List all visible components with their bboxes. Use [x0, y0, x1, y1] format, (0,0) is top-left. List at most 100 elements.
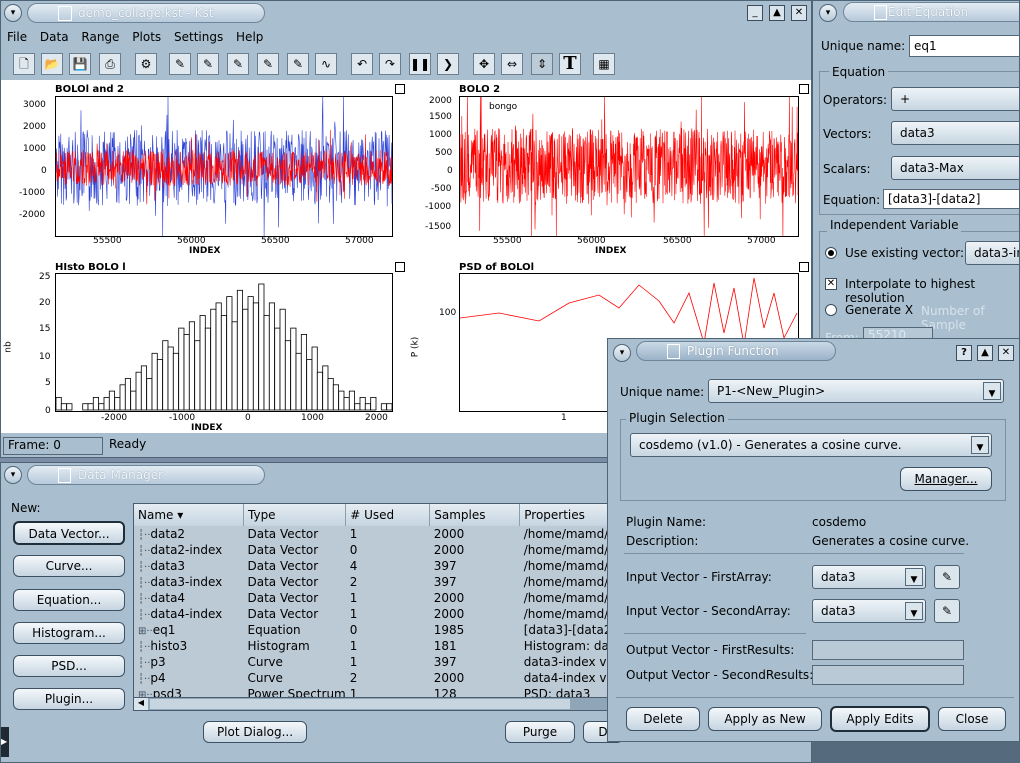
close-button[interactable]: Close: [938, 707, 1006, 731]
menu-plots[interactable]: Plots: [132, 30, 161, 44]
new-icon[interactable]: 🗋: [13, 53, 35, 75]
vectors-select[interactable]: data3: [891, 121, 1019, 145]
table-row[interactable]: ┆··p4 Curve 2 2000 data4-index vs da: [134, 670, 610, 686]
plot2-checkbox[interactable]: [799, 84, 809, 94]
plot4-checkbox[interactable]: [799, 262, 809, 272]
input2-select[interactable]: data3 ▼: [812, 599, 926, 623]
side-arrow-icon[interactable]: ▶: [1, 727, 9, 757]
scalars-select[interactable]: data3-Max: [891, 156, 1019, 180]
chevron-down-icon[interactable]: ▼: [983, 382, 1001, 400]
window-menu-button[interactable]: ▾: [4, 4, 22, 22]
edit-histogram-icon[interactable]: ✎: [257, 53, 279, 75]
column-samples[interactable]: Samples: [429, 504, 521, 526]
forward-icon[interactable]: ↷: [379, 53, 401, 75]
table-row[interactable]: ⊞··eq1 Equation 0 1985 [data3]-[data2]: [134, 622, 610, 638]
chevron-down-icon[interactable]: ▼: [905, 602, 923, 620]
data-wizard-icon[interactable]: ⚙: [135, 53, 157, 75]
scroll-left-icon[interactable]: ◀: [134, 698, 148, 710]
x-zoom-icon[interactable]: ⇔: [501, 53, 523, 75]
help-icon[interactable]: ?: [956, 345, 972, 361]
apply-edits-button[interactable]: Apply Edits: [830, 706, 930, 732]
edit-curve-icon[interactable]: ✎: [197, 53, 219, 75]
edit-vector-icon[interactable]: ✎: [169, 53, 191, 75]
new-data-vector-button[interactable]: Data Vector...: [13, 521, 125, 545]
chevron-down-icon[interactable]: ▼: [971, 436, 989, 454]
maximize-icon[interactable]: ▲: [977, 345, 993, 361]
histogram-bar: [354, 403, 361, 411]
xy-zoom-icon[interactable]: ✥: [473, 53, 495, 75]
plot3-checkbox[interactable]: [395, 262, 405, 272]
back-icon[interactable]: ↶: [351, 53, 373, 75]
equation-field[interactable]: [data3]-[data2]: [883, 189, 1019, 209]
table-row[interactable]: ┆··data2-index Data Vector 0 2000/home/mamd…: [134, 542, 610, 558]
y-zoom-icon[interactable]: ⇕: [531, 53, 553, 75]
edit-psd-icon[interactable]: ✎: [287, 53, 309, 75]
table-row[interactable]: ┆··histo3 Histogram 1 181 Histogram: data3: [134, 638, 610, 654]
print-icon[interactable]: ⎙: [99, 53, 121, 75]
grid-icon[interactable]: ▦: [593, 53, 615, 75]
menu-data[interactable]: Data: [40, 30, 69, 44]
table-row[interactable]: ┆··p3 Curve 1 397 data3-index vs da: [134, 654, 610, 670]
table-row[interactable]: ┆··data3 Data Vector 4 397/home/mamd/cpp/: [134, 558, 610, 574]
menu-range[interactable]: Range: [81, 30, 119, 44]
purge-button[interactable]: Purge: [505, 721, 575, 743]
plot1-ytick: 1000: [23, 144, 46, 154]
maximize-icon[interactable]: ▲: [769, 5, 785, 21]
table-row[interactable]: ┆··data2 Data Vector 1 2000/home/mamd/cpp/: [134, 526, 610, 542]
operators-select[interactable]: +: [891, 87, 1019, 111]
column-used[interactable]: # Used: [345, 504, 431, 526]
main-titlebar[interactable]: ▾ demo_collage.kst - Kst _ ▲ ✕: [1, 1, 811, 25]
open-icon[interactable]: 📂: [41, 53, 63, 75]
minimize-icon[interactable]: _: [747, 5, 763, 21]
generate-x-radio[interactable]: [825, 304, 837, 316]
column-properties[interactable]: Properties: [519, 504, 610, 526]
text-icon[interactable]: T: [559, 53, 581, 75]
table-row[interactable]: ┆··data4 Data Vector 1 2000/home/mamd/cpp/: [134, 590, 610, 606]
unique-name-combo[interactable]: P1-<New_Plugin> ▼: [708, 379, 1004, 403]
edit-plugin-icon[interactable]: ∿: [315, 53, 337, 75]
new-histogram-button[interactable]: Histogram...: [13, 622, 125, 644]
plot1-checkbox[interactable]: [395, 84, 405, 94]
menu-file[interactable]: File: [7, 30, 27, 44]
save-icon[interactable]: 💾: [69, 53, 91, 75]
unique-name-field[interactable]: eq1: [909, 35, 1019, 57]
scroll-thumb[interactable]: [150, 699, 570, 709]
chevron-down-icon[interactable]: ▼: [905, 568, 923, 586]
input1-select[interactable]: data3 ▼: [812, 565, 926, 589]
column-name[interactable]: Name ▾: [134, 504, 244, 526]
output1-field[interactable]: [812, 640, 964, 660]
plot-dialog-button[interactable]: Plot Dialog...: [203, 721, 307, 743]
interpolate-checkbox[interactable]: ✕: [825, 278, 837, 290]
new-curve-button[interactable]: Curve...: [13, 555, 125, 577]
use-existing-radio[interactable]: [825, 247, 837, 259]
table-row[interactable]: ┆··data3-index Data Vector 2 397/home/mamd/…: [134, 574, 610, 590]
histogram-bar: [167, 346, 174, 411]
edit-vector2-icon[interactable]: ✎: [934, 599, 960, 623]
menu-settings[interactable]: Settings: [174, 30, 223, 44]
plugin-select[interactable]: cosdemo (v1.0) - Generates a cosine curv…: [630, 433, 992, 457]
new-equation-button[interactable]: Equation...: [13, 589, 125, 611]
edit-vector1-icon[interactable]: ✎: [934, 565, 960, 589]
edit-equation-icon[interactable]: ✎: [227, 53, 249, 75]
manager-button[interactable]: Manager...: [900, 467, 992, 491]
use-existing-select[interactable]: data3-in: [965, 241, 1019, 265]
table-row[interactable]: ┆··data4-index Data Vector 1 2000/home/mamd…: [134, 606, 610, 622]
plot4-ylabel: P (k): [410, 336, 421, 358]
window-menu-button[interactable]: ▾: [819, 4, 837, 22]
close-icon[interactable]: ✕: [998, 345, 1014, 361]
menu-help[interactable]: Help: [236, 30, 263, 44]
apply-as-new-button[interactable]: Apply as New: [708, 707, 822, 731]
advance-icon[interactable]: ❯: [437, 53, 459, 75]
plot3-ytick: 20: [39, 298, 51, 308]
new-psd-button[interactable]: PSD...: [13, 655, 125, 677]
close-icon[interactable]: ✕: [791, 5, 807, 21]
window-menu-button[interactable]: ▾: [613, 344, 631, 362]
output2-field[interactable]: [812, 665, 964, 685]
pause-icon[interactable]: ❚❚: [409, 53, 431, 75]
table-hscrollbar[interactable]: ◀: [133, 697, 609, 711]
window-menu-button[interactable]: ▾: [4, 466, 22, 484]
new-plugin-button[interactable]: Plugin...: [13, 688, 125, 710]
column-type[interactable]: Type: [243, 504, 347, 526]
data-table[interactable]: Name ▾ Type # Used Samples Properties ┆·…: [133, 503, 611, 699]
delete-button[interactable]: Delete: [626, 707, 700, 731]
